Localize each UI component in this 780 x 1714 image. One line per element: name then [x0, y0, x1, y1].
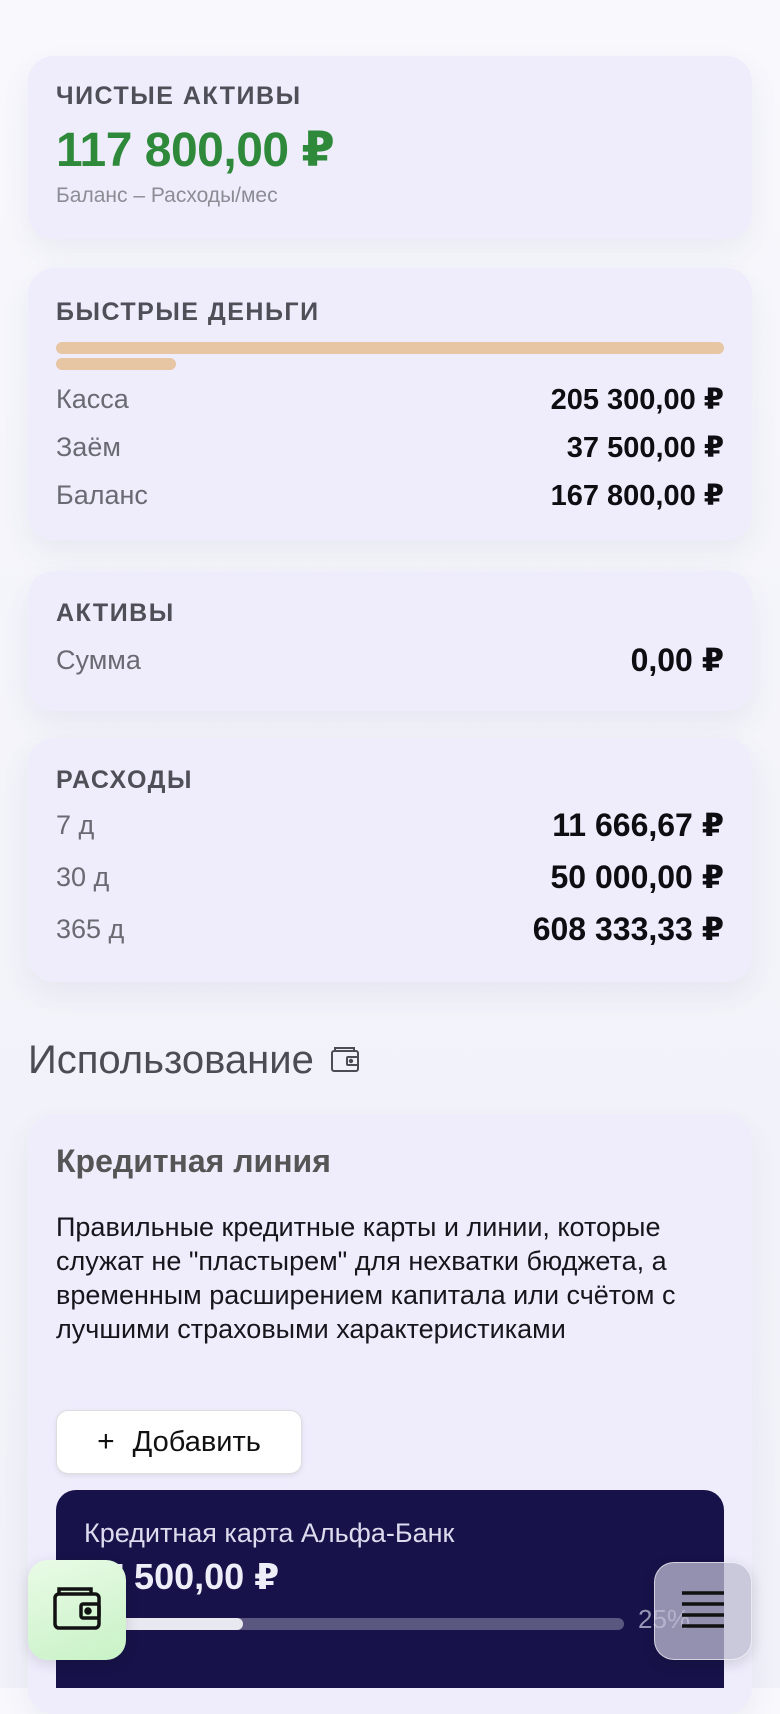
wallet-icon: [51, 1584, 103, 1637]
assets-title: АКТИВЫ: [56, 599, 175, 627]
add-button-label: Добавить: [132, 1425, 261, 1458]
net-assets-card: ЧИСТЫЕ АКТИВЫ 117 800,00 ₽ Баланс – Расх…: [28, 56, 752, 239]
credit-card-progress-fill: [116, 1618, 243, 1630]
row-label: 365 д: [56, 913, 125, 944]
menu-button[interactable]: [654, 1562, 752, 1660]
usage-heading-label: Использование: [28, 1038, 314, 1082]
loan-bar: [56, 358, 176, 370]
quick-money-card: БЫСТРЫЕ ДЕНЬГИ Касса 205 300,00 ₽ Заём 3…: [28, 268, 752, 540]
expenses-row-7d: 7 д 11 666,67 ₽: [56, 806, 724, 844]
row-label: 30 д: [56, 861, 110, 892]
quick-row-balance: Баланс 167 800,00 ₽: [56, 478, 724, 513]
row-value: 37 500,00 ₽: [566, 432, 724, 464]
net-assets-value: 117 800,00 ₽: [56, 124, 335, 177]
cash-bar: [56, 342, 724, 354]
net-assets-title: ЧИСТЫЕ АКТИВЫ: [56, 82, 302, 110]
expenses-card: РАСХОДЫ 7 д 11 666,67 ₽ 30 д 50 000,00 ₽…: [28, 738, 752, 982]
row-label: Сумма: [56, 644, 141, 675]
add-button[interactable]: + Добавить: [56, 1410, 302, 1474]
expenses-row-30d: 30 д 50 000,00 ₽: [56, 858, 724, 896]
row-label: Касса: [56, 384, 129, 414]
row-value: 50 000,00 ₽: [550, 859, 724, 895]
row-value: 608 333,33 ₽: [532, 911, 724, 947]
credit-line-description: Правильные кредитные карты и линии, кото…: [56, 1212, 676, 1344]
credit-card-name: Кредитная карта Альфа-Банк: [84, 1518, 455, 1548]
row-value: 0,00 ₽: [630, 642, 724, 678]
menu-icon: [680, 1589, 726, 1634]
net-assets-subtitle: Баланс – Расходы/мес: [56, 184, 278, 207]
credit-line-title: Кредитная линия: [56, 1143, 331, 1179]
wallet-button[interactable]: [28, 1560, 126, 1660]
credit-card-progress: [116, 1618, 624, 1630]
wallet-icon: [330, 1038, 360, 1083]
plus-icon: +: [97, 1425, 115, 1458]
expenses-row-365d: 365 д 608 333,33 ₽: [56, 910, 724, 948]
row-value: 205 300,00 ₽: [550, 384, 724, 416]
assets-row-sum: Сумма 0,00 ₽: [56, 641, 724, 679]
row-label: 7 д: [56, 809, 95, 840]
quick-row-loan: Заём 37 500,00 ₽: [56, 430, 724, 465]
credit-card-item[interactable]: Кредитная карта Альфа-Банк 37 500,00 ₽ 2…: [56, 1490, 724, 1688]
expenses-title: РАСХОДЫ: [56, 766, 193, 794]
row-value: 11 666,67 ₽: [552, 807, 724, 843]
assets-card: АКТИВЫ Сумма 0,00 ₽: [28, 571, 752, 711]
row-label: Баланс: [56, 480, 148, 510]
usage-heading: Использование: [28, 1038, 360, 1083]
quick-row-cash: Касса 205 300,00 ₽: [56, 382, 724, 417]
row-label: Заём: [56, 432, 121, 462]
row-value: 167 800,00 ₽: [550, 480, 724, 512]
quick-money-title: БЫСТРЫЕ ДЕНЬГИ: [56, 298, 320, 326]
